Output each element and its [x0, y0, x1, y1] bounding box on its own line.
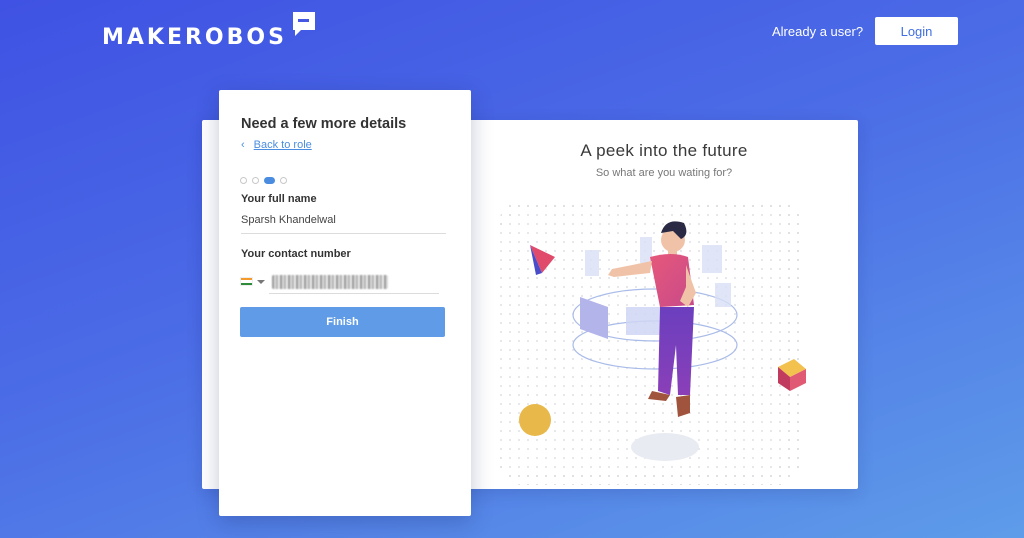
- full-name-label: Your full name: [241, 193, 317, 205]
- brand-name: MAKEROBOS: [102, 25, 287, 50]
- contact-number-input[interactable]: [269, 272, 439, 294]
- step-dot-active: [264, 177, 275, 184]
- floor-shadow: [631, 433, 699, 461]
- brand-logo[interactable]: MAKEROBOS: [102, 12, 317, 50]
- chevron-down-icon: [257, 279, 265, 284]
- finish-button[interactable]: Finish: [240, 307, 445, 337]
- back-to-role-link[interactable]: ‹ Back to role: [241, 139, 312, 151]
- contact-number-label: Your contact number: [241, 248, 351, 260]
- back-link-label: Back to role: [253, 139, 312, 151]
- full-name-input[interactable]: Sparsh Khandelwal: [241, 214, 446, 234]
- country-code-select[interactable]: [240, 277, 265, 286]
- blurred-phone-number: [272, 275, 388, 289]
- step-dot: [240, 177, 247, 184]
- login-button[interactable]: Login: [875, 17, 958, 45]
- chevron-left-icon: ‹: [241, 139, 245, 151]
- step-indicator: [240, 177, 287, 184]
- speech-bubble-icon: [292, 12, 315, 36]
- promo-title: A peek into the future: [580, 141, 748, 160]
- promo-subtitle: So what are you wating for?: [595, 167, 733, 179]
- already-user-text: Already a user?: [772, 24, 864, 39]
- step-dot: [252, 177, 259, 184]
- step-dot: [280, 177, 287, 184]
- form-title: Need a few more details: [241, 116, 407, 132]
- details-form-card: Need a few more details ‹ Back to role Y…: [219, 90, 471, 516]
- future-illustration: [498, 200, 806, 485]
- india-flag-icon: [240, 277, 253, 286]
- sun-circle: [519, 404, 551, 436]
